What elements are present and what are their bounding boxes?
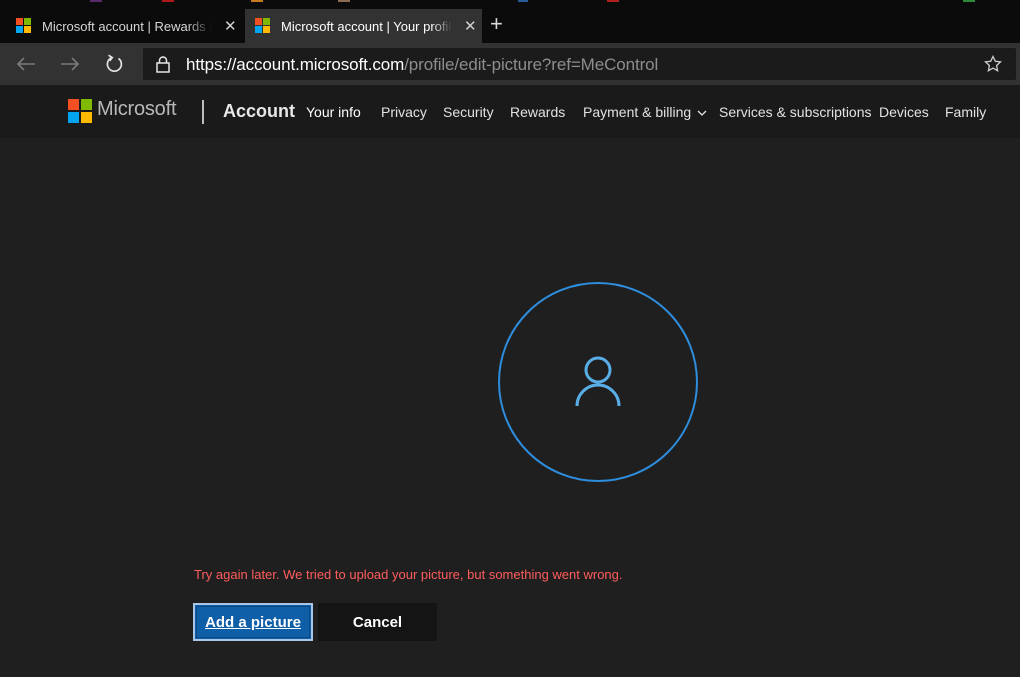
- address-bar[interactable]: https://account.microsoft.com/profile/ed…: [143, 48, 1016, 80]
- pinned-strip: [607, 0, 619, 2]
- pinned-strip: [963, 0, 975, 2]
- pinned-strip: [90, 0, 102, 2]
- pinned-strip: [251, 0, 263, 2]
- url-host: https://account.microsoft.com: [186, 55, 405, 74]
- site-header: Microsoft Account Your info Privacy Secu…: [0, 85, 1020, 138]
- refresh-icon: [106, 54, 123, 73]
- nav-family[interactable]: Family: [945, 104, 986, 120]
- browser-tab-strip: Microsoft account | Rewards Dashboard ✕ …: [0, 0, 1020, 43]
- nav-label: Payment & billing: [583, 104, 692, 120]
- browser-tab-rewards[interactable]: Microsoft account | Rewards Dashboard ✕: [0, 9, 243, 43]
- brand-name[interactable]: Microsoft: [97, 98, 177, 121]
- pinned-strip: [518, 0, 528, 2]
- url-path: /profile/edit-picture?ref=MeControl: [404, 55, 659, 74]
- url-text: https://account.microsoft.com/profile/ed…: [186, 55, 658, 75]
- error-message: Try again later. We tried to upload your…: [194, 567, 623, 582]
- nav-your-info[interactable]: Your info: [306, 104, 361, 120]
- tab-title: Microsoft account | Rewards Dashboard: [42, 18, 212, 34]
- refresh-button[interactable]: [100, 51, 128, 77]
- pinned-strip: [338, 0, 350, 2]
- browser-tab-profile[interactable]: Microsoft account | Your profile | Micro…: [245, 9, 482, 43]
- arrow-left-icon: [16, 57, 35, 71]
- cancel-button[interactable]: Cancel: [318, 603, 437, 641]
- lock-icon: [156, 56, 170, 73]
- header-divider: [202, 100, 204, 124]
- browser-toolbar: https://account.microsoft.com/profile/ed…: [0, 43, 1020, 85]
- forward-button[interactable]: [56, 51, 84, 77]
- plus-icon[interactable]: +: [490, 12, 503, 36]
- microsoft-favicon-icon: [255, 18, 271, 34]
- close-icon[interactable]: ✕: [464, 17, 477, 35]
- nav-payment-billing[interactable]: Payment & billing: [583, 104, 707, 120]
- chevron-down-icon: [697, 110, 707, 117]
- nav-rewards[interactable]: Rewards: [510, 104, 565, 120]
- add-picture-button[interactable]: Add a picture: [193, 603, 313, 641]
- back-button[interactable]: [12, 51, 40, 77]
- arrow-right-icon: [61, 57, 80, 71]
- microsoft-logo-icon[interactable]: [68, 99, 92, 123]
- tab-title: Microsoft account | Your profile | Micro…: [281, 18, 452, 34]
- star-icon[interactable]: [984, 55, 1002, 73]
- person-icon: [575, 356, 621, 407]
- nav-services-subscriptions[interactable]: Services & subscriptions: [719, 104, 872, 120]
- nav-devices[interactable]: Devices: [879, 104, 929, 120]
- close-icon[interactable]: ✕: [224, 17, 237, 35]
- nav-security[interactable]: Security: [443, 104, 494, 120]
- pinned-strip: [162, 0, 174, 2]
- account-title[interactable]: Account: [223, 101, 295, 122]
- nav-privacy[interactable]: Privacy: [381, 104, 427, 120]
- microsoft-favicon-icon: [16, 18, 32, 34]
